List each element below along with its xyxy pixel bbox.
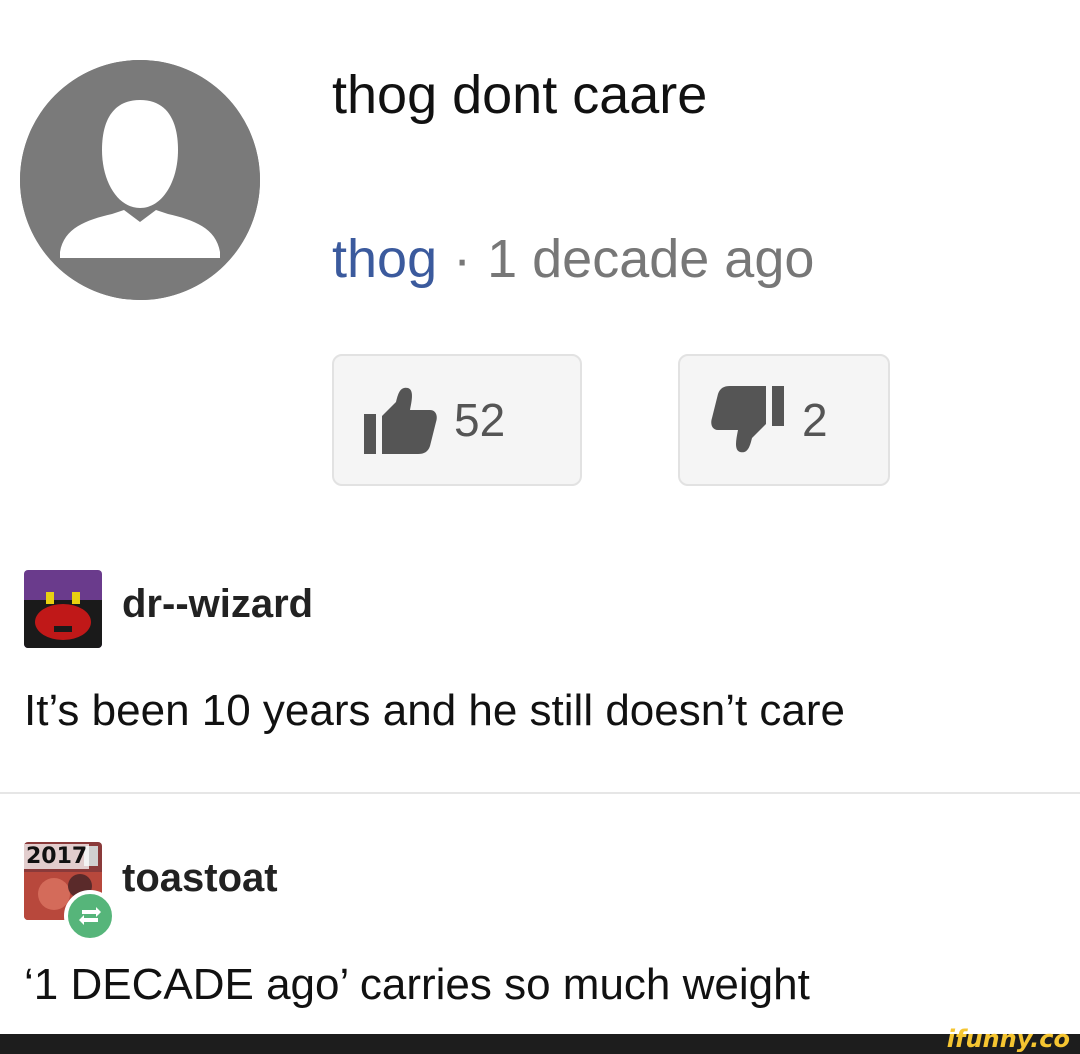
comment-meta: thog · 1 decade ago	[332, 228, 814, 290]
reply-username[interactable]: toastoat	[122, 856, 278, 901]
like-count: 52	[454, 394, 506, 446]
dislike-button[interactable]: 2	[678, 354, 890, 486]
user-avatar[interactable]	[24, 570, 102, 648]
dislike-count: 2	[802, 394, 828, 446]
comment-text: thog dont caare	[332, 65, 708, 125]
reply-body: ‘1 DECADE ago’ carries so much weight	[24, 960, 810, 1009]
meta-separator: ·	[453, 229, 472, 289]
ifunny-watermark: ifunny.co	[946, 1025, 1070, 1053]
footer-bar	[0, 1034, 1080, 1054]
thumbs-down-icon	[708, 380, 788, 460]
default-user-avatar-icon[interactable]	[20, 60, 260, 300]
divider	[0, 792, 1080, 794]
comment-timestamp[interactable]: 1 decade ago	[487, 229, 814, 289]
avatar-year-text: 2017	[24, 844, 90, 869]
reblog-icon	[64, 890, 116, 942]
youtube-comment: thog dont caare thog · 1 decade ago 52 2	[0, 0, 1080, 540]
reply-body: It’s been 10 years and he still doesn’t …	[24, 686, 846, 735]
reply-post: 2017 toastoat ‘1 DECADE ago’ carries so …	[0, 800, 1080, 1030]
reply-post: dr--wizard It’s been 10 years and he sti…	[0, 560, 1080, 792]
comment-author-link[interactable]: thog	[332, 229, 437, 289]
reply-username[interactable]: dr--wizard	[122, 582, 313, 627]
thumbs-up-icon	[360, 380, 440, 460]
like-button[interactable]: 52	[332, 354, 582, 486]
